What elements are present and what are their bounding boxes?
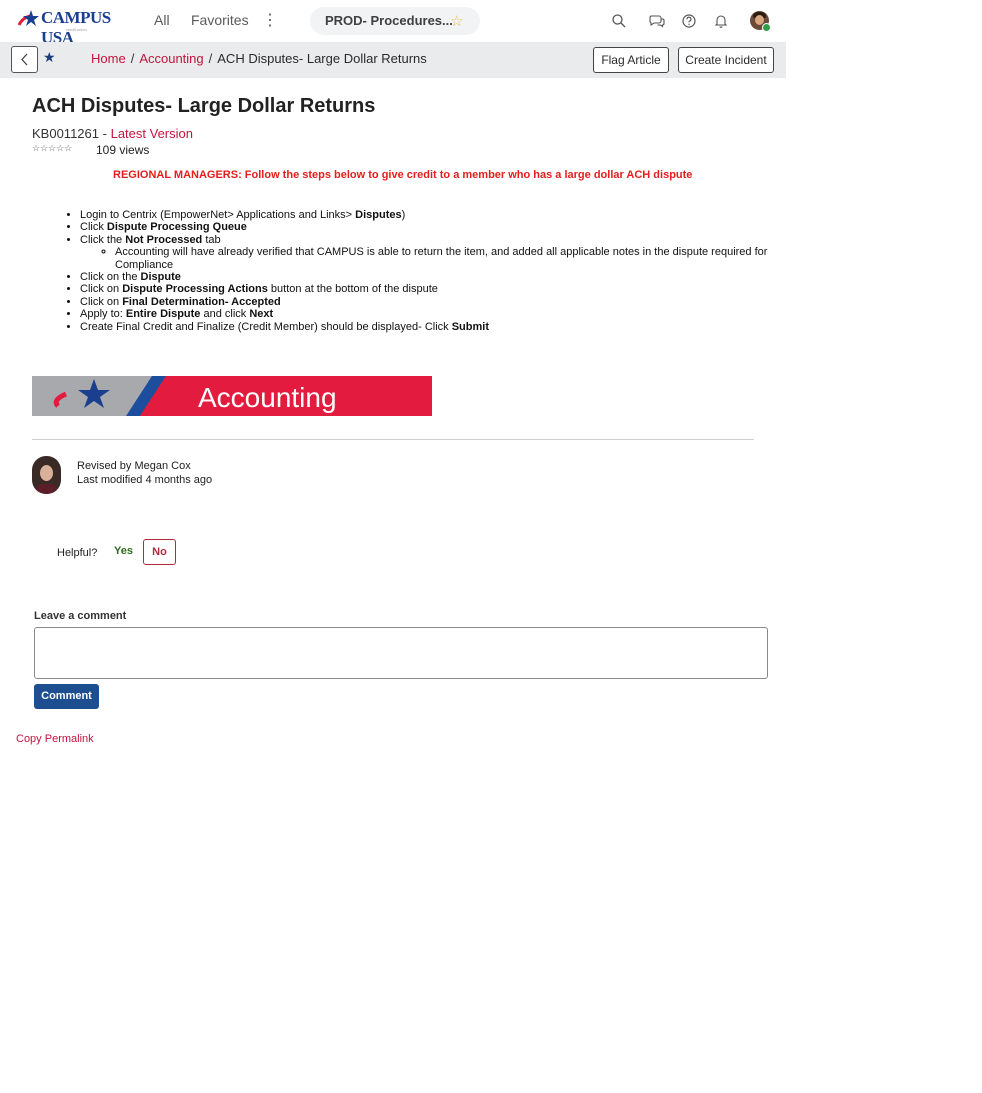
breadcrumb: Home / Accounting / ACH Disputes- Large Doll…: [91, 51, 427, 66]
breadcrumb-current: ACH Disputes- Large Dollar Returns: [217, 51, 427, 66]
last-modified: Last modified 4 months ago: [77, 474, 213, 486]
context-pill[interactable]: PROD- Procedures... ☆: [310, 7, 480, 35]
create-incident-button[interactable]: Create Incident: [678, 47, 774, 73]
flag-article-button[interactable]: Flag Article: [593, 47, 669, 73]
article-number: KB0011261: [32, 126, 99, 141]
article-title: ACH Disputes- Large Dollar Returns: [32, 95, 376, 117]
comment-button[interactable]: Comment: [34, 684, 99, 709]
list-item: Click on the Dispute: [80, 271, 810, 283]
revised-by: Revised by Megan Cox: [77, 460, 191, 472]
nav-all[interactable]: All: [154, 12, 170, 28]
list-item: Click Dispute Processing Queue: [80, 221, 810, 233]
back-button[interactable]: [11, 46, 38, 73]
context-title: PROD- Procedures...: [325, 13, 453, 28]
accounting-banner: Accounting: [32, 376, 432, 416]
more-menu-icon[interactable]: ⋮: [262, 10, 278, 30]
favorite-star-icon[interactable]: ☆: [450, 12, 463, 30]
regional-managers-notice: REGIONAL MANAGERS: Follow the steps belo…: [113, 169, 693, 181]
list-item: Accounting will have already verified th…: [115, 246, 810, 271]
sub-list: Accounting will have already verified th…: [80, 246, 810, 271]
list-item: Click the Not Processed tab Accounting w…: [80, 234, 810, 271]
chat-icon[interactable]: [648, 12, 666, 30]
helpful-no-button[interactable]: No: [143, 539, 176, 565]
star-filled-icon[interactable]: ★: [43, 49, 56, 66]
top-navigation: CAMPUS USA credit union All Favorites ⋮ …: [0, 0, 786, 47]
campus-usa-logo[interactable]: CAMPUS USA credit union: [17, 8, 132, 47]
search-icon[interactable]: [610, 12, 628, 30]
comment-label: Leave a comment: [34, 610, 127, 622]
list-item: Apply to: Entire Dispute and click Next: [80, 308, 810, 320]
list-item: Create Final Credit and Finalize (Credit…: [80, 321, 810, 333]
breadcrumb-accounting[interactable]: Accounting: [139, 51, 203, 66]
banner-text: Accounting: [198, 382, 337, 413]
online-status-badge: [762, 23, 771, 32]
article-toolbar: ★ Home / Accounting / ACH Disputes- Large Do…: [0, 42, 786, 78]
bell-icon[interactable]: [712, 12, 730, 30]
comment-input[interactable]: [34, 627, 768, 679]
copy-permalink-link[interactable]: Copy Permalink: [16, 733, 94, 745]
logo-tagline: credit union: [66, 27, 87, 32]
latest-version-link[interactable]: Latest Version: [111, 126, 193, 141]
list-item: Login to Centrix (EmpowerNet> Applicatio…: [80, 209, 810, 221]
nav-favorites[interactable]: Favorites: [191, 12, 249, 28]
breadcrumb-separator: /: [208, 51, 213, 66]
logo-star-icon: [17, 10, 39, 26]
view-count: 109 views: [96, 143, 150, 157]
list-item: Click on Final Determination- Accepted: [80, 296, 810, 308]
breadcrumb-separator: /: [130, 51, 135, 66]
chevron-left-icon: [21, 53, 28, 66]
author-avatar: [32, 456, 61, 494]
helpful-yes-button[interactable]: Yes: [114, 545, 133, 557]
divider: [32, 439, 754, 440]
article-meta: KB0011261 - Latest Version: [32, 126, 193, 141]
meta-separator: -: [102, 126, 107, 141]
breadcrumb-home[interactable]: Home: [91, 51, 126, 66]
rating-stars[interactable]: ☆☆☆☆☆: [32, 143, 72, 154]
helpful-label: Helpful?: [57, 547, 98, 559]
help-icon[interactable]: [680, 12, 698, 30]
steps-list: Login to Centrix (EmpowerNet> Applicatio…: [32, 209, 810, 333]
list-item: Click on Dispute Processing Actions butt…: [80, 283, 810, 295]
